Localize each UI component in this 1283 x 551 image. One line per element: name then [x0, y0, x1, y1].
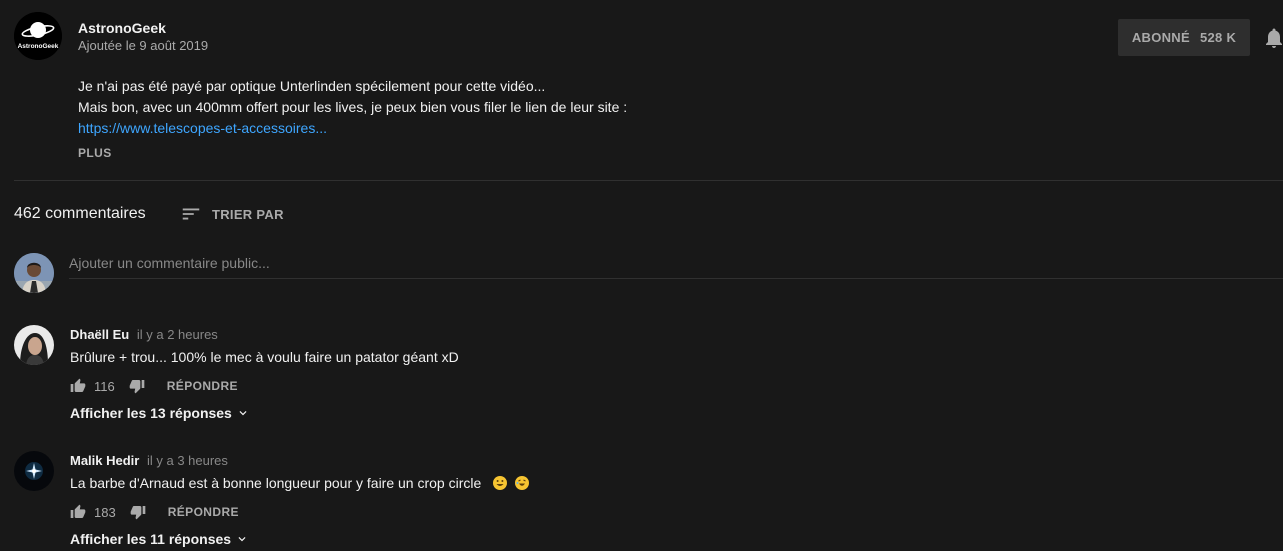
subscribed-button[interactable]: ABONNÉ 528 K — [1118, 19, 1250, 56]
comment-text-wrapper: La barbe d'Arnaud est à bonne longueur p… — [70, 475, 530, 491]
comment-time[interactable]: il y a 3 heures — [147, 453, 228, 468]
add-comment-input[interactable]: Ajouter un commentaire public... — [69, 253, 1283, 279]
description-line: Je n'ai pas été payé par optique Unterli… — [78, 78, 546, 94]
like-button[interactable]: 183 — [70, 504, 116, 520]
channel-avatar[interactable]: AstronoGeek — [14, 12, 62, 60]
comment-text: La barbe d'Arnaud est à bonne longueur p… — [70, 475, 482, 491]
like-count: 183 — [94, 504, 116, 520]
view-replies-label: Afficher les 11 réponses — [70, 531, 232, 547]
view-replies-button[interactable]: Afficher les 11 réponses — [70, 531, 249, 547]
comment-author[interactable]: Malik Hedir — [70, 453, 139, 468]
thumb-down-icon — [129, 380, 145, 394]
comment-author[interactable]: Dhaëll Eu — [70, 327, 129, 342]
chevron-down-icon — [239, 411, 247, 416]
video-description: Je n'ai pas été payé par optique Unterli… — [78, 76, 627, 139]
thumb-down-icon — [130, 506, 146, 520]
rolling-laughing-emoji-icon — [515, 476, 530, 490]
description-line: Mais bon, avec un 400mm offert pour les … — [78, 99, 628, 115]
channel-name[interactable]: AstronoGeek — [78, 20, 166, 36]
like-count: 116 — [94, 378, 115, 394]
view-replies-label: Afficher les 13 réponses — [70, 405, 232, 421]
sort-icon — [182, 208, 200, 220]
chevron-down-icon — [238, 537, 246, 542]
show-more-button[interactable]: PLUS — [78, 146, 112, 160]
description-link[interactable]: https://www.telescopes-et-accessoires... — [78, 120, 327, 136]
commenter-avatar[interactable] — [14, 451, 54, 491]
subscribe-label: ABONNÉ — [1131, 30, 1190, 45]
commenter-avatar[interactable] — [14, 325, 54, 365]
user-avatar — [14, 253, 54, 293]
thumb-up-icon — [70, 504, 86, 518]
divider — [14, 180, 1283, 181]
dislike-button[interactable] — [130, 504, 146, 520]
comment-time[interactable]: il y a 2 heures — [137, 327, 218, 342]
subscriber-count: 528 K — [1199, 30, 1237, 45]
like-button[interactable]: 116 — [70, 378, 115, 394]
bell-icon[interactable] — [1262, 26, 1283, 50]
reply-button[interactable]: RÉPONDRE — [168, 505, 239, 519]
comment-text: Brûlure + trou... 100% le mec à voulu fa… — [70, 349, 459, 365]
comment-count: 462 commentaires — [14, 205, 146, 222]
sort-comments-button[interactable]: TRIER PAR — [180, 203, 284, 225]
grinning-emoji-icon — [493, 476, 508, 490]
view-replies-button[interactable]: Afficher les 13 réponses — [70, 405, 250, 421]
dislike-button[interactable] — [129, 378, 145, 394]
sort-label: TRIER PAR — [212, 206, 284, 222]
publish-date: Ajoutée le 9 août 2019 — [78, 38, 209, 53]
thumb-up-icon — [70, 378, 86, 392]
channel-logo-text: AstronoGeek — [18, 43, 59, 50]
youtube-video-page: AstronoGeek AstronoGeek Ajoutée le 9 aoû… — [0, 0, 1283, 551]
reply-button[interactable]: RÉPONDRE — [167, 379, 238, 393]
